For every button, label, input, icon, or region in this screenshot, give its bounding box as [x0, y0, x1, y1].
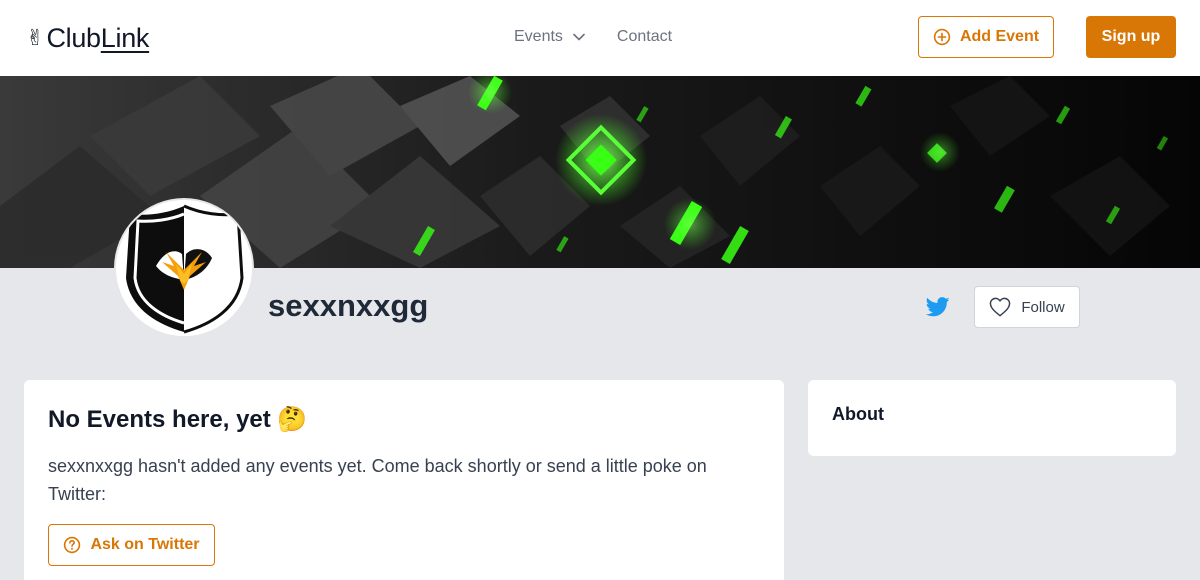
- question-circle-icon: [64, 536, 81, 554]
- heart-icon: [990, 297, 1011, 317]
- follow-label: Follow: [1021, 298, 1065, 316]
- victory-hand-icon: ✌: [26, 25, 45, 50]
- main-nav: Events Contact: [514, 25, 672, 49]
- twitter-icon: [925, 297, 950, 317]
- ask-on-twitter-button[interactable]: Ask on Twitter: [48, 524, 215, 566]
- about-heading: About: [832, 404, 884, 424]
- ask-on-twitter-label: Ask on Twitter: [90, 536, 200, 553]
- sign-up-label: Sign up: [1101, 28, 1161, 45]
- sign-up-button[interactable]: Sign up: [1086, 16, 1176, 58]
- clublink-logo[interactable]: ✌ ClubLink: [26, 22, 149, 54]
- logo-text-club: Club: [46, 23, 101, 53]
- shield-logo-icon: [116, 200, 252, 336]
- nav-events-dropdown[interactable]: Events: [514, 28, 585, 46]
- events-card: No Events here, yet 🤔 sexxnxxgg hasn't a…: [24, 380, 784, 580]
- add-event-button[interactable]: Add Event: [918, 16, 1054, 58]
- chevron-down-icon: [573, 33, 585, 41]
- nav-contact-link[interactable]: Contact: [617, 28, 672, 46]
- add-event-label: Add Event: [959, 28, 1040, 45]
- logo-text: ClubLink: [46, 22, 149, 54]
- profile-name: sexxnxxgg: [268, 288, 429, 323]
- about-card: About: [808, 380, 1176, 456]
- profile-avatar: [116, 200, 252, 336]
- top-header: ✌ ClubLink Events Contact Add Event Sign…: [0, 0, 1200, 76]
- logo-text-link: Link: [100, 23, 150, 53]
- nav-events-label: Events: [514, 28, 563, 45]
- twitter-profile-link[interactable]: [925, 296, 950, 318]
- no-events-message: sexxnxxgg hasn't added any events yet. C…: [48, 456, 707, 504]
- follow-button[interactable]: Follow: [974, 286, 1080, 328]
- nav-contact-label: Contact: [616, 28, 673, 45]
- no-events-heading: No Events here, yet 🤔: [48, 406, 308, 433]
- plus-circle-icon: [933, 28, 951, 46]
